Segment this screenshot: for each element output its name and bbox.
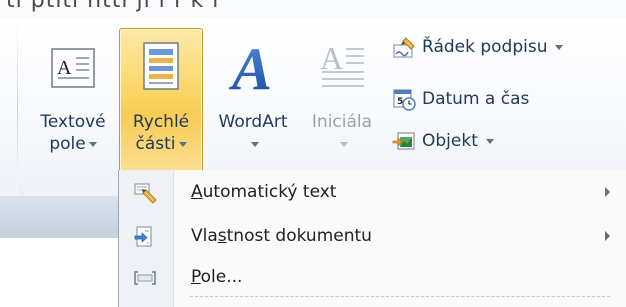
chevron-down-icon bbox=[339, 141, 348, 147]
group-separator bbox=[17, 18, 18, 196]
quick-parts-label-line1: Rychlé bbox=[132, 112, 190, 132]
cut-off-text-strip: ti ptiti htti jí i f k i bbox=[0, 0, 626, 18]
quick-parts-menu: Automatický text Vlastnost dokumentu Pol… bbox=[118, 170, 626, 307]
wordart-icon: A bbox=[228, 35, 278, 102]
menu-item-auto-text-label: Automatický text bbox=[191, 182, 336, 202]
object-label: Objekt bbox=[422, 131, 478, 151]
menu-item-field[interactable]: Pole... bbox=[119, 258, 626, 298]
text-box-button[interactable]: A Textové pole bbox=[30, 28, 116, 186]
text-box-label-line2: pole bbox=[49, 134, 86, 154]
date-time-label: Datum a čas bbox=[422, 89, 530, 109]
chevron-down-icon bbox=[88, 141, 97, 147]
text-box-label-line1: Textové bbox=[40, 112, 106, 132]
cut-off-text: ti ptiti htti jí i f k i bbox=[6, 0, 220, 13]
quick-parts-button[interactable]: Rychlé části bbox=[119, 28, 203, 186]
label-part: utomatický text bbox=[202, 182, 337, 202]
text-box-label-line2-row: pole bbox=[31, 133, 115, 155]
label-part: tnost dokumentu bbox=[226, 226, 372, 246]
quick-parts-label-line2-row: části bbox=[120, 133, 202, 155]
menu-item-auto-text[interactable]: Automatický text bbox=[119, 173, 626, 213]
object-button[interactable]: Objekt bbox=[392, 124, 494, 158]
chevron-right-icon bbox=[605, 231, 610, 241]
drop-cap-button[interactable]: A Iniciála bbox=[302, 28, 382, 186]
signature-line-button[interactable]: Řádek podpisu bbox=[392, 30, 564, 64]
chevron-down-icon bbox=[555, 44, 564, 50]
quick-parts-label-line2: části bbox=[135, 134, 176, 154]
label-part: ole... bbox=[200, 267, 243, 287]
menu-item-field-label: Pole... bbox=[191, 267, 242, 287]
quick-parts-icon bbox=[141, 41, 181, 95]
menu-item-document-property-label: Vlastnost dokumentu bbox=[191, 226, 372, 246]
wordart-label: WordArt bbox=[218, 112, 288, 132]
drop-cap-icon: A bbox=[318, 39, 366, 93]
wordart-button[interactable]: A WordArt bbox=[206, 28, 300, 186]
drop-cap-arrow-row bbox=[303, 133, 381, 155]
svg-text:A: A bbox=[57, 57, 72, 79]
object-icon bbox=[392, 129, 416, 153]
menu-item-document-property[interactable]: Vlastnost dokumentu bbox=[119, 217, 626, 257]
date-time-button[interactable]: 5 Datum a čas bbox=[392, 82, 529, 116]
signature-line-label: Řádek podpisu bbox=[422, 37, 548, 57]
field-icon bbox=[133, 266, 157, 290]
label-part: Vla bbox=[191, 226, 218, 246]
date-time-icon: 5 bbox=[392, 87, 416, 111]
chevron-down-icon bbox=[178, 141, 187, 147]
accelerator-key: P bbox=[191, 267, 201, 287]
svg-text:A: A bbox=[228, 36, 272, 97]
drop-cap-label: Iniciála bbox=[311, 112, 373, 132]
auto-text-icon bbox=[133, 181, 157, 205]
svg-text:5: 5 bbox=[397, 97, 403, 107]
screen: ti ptiti htti jí i f k i A Textové pole bbox=[0, 0, 626, 307]
chevron-down-icon bbox=[250, 141, 259, 147]
wordart-arrow-row bbox=[207, 133, 299, 155]
signature-line-icon bbox=[392, 35, 416, 59]
text-box-icon: A bbox=[50, 45, 96, 95]
accelerator-key: s bbox=[217, 226, 227, 246]
document-property-icon bbox=[133, 225, 157, 249]
chevron-down-icon bbox=[485, 138, 494, 144]
menu-separator bbox=[190, 296, 610, 297]
svg-text:A: A bbox=[320, 40, 343, 76]
accelerator-key: A bbox=[191, 182, 203, 202]
chevron-right-icon bbox=[605, 187, 610, 197]
